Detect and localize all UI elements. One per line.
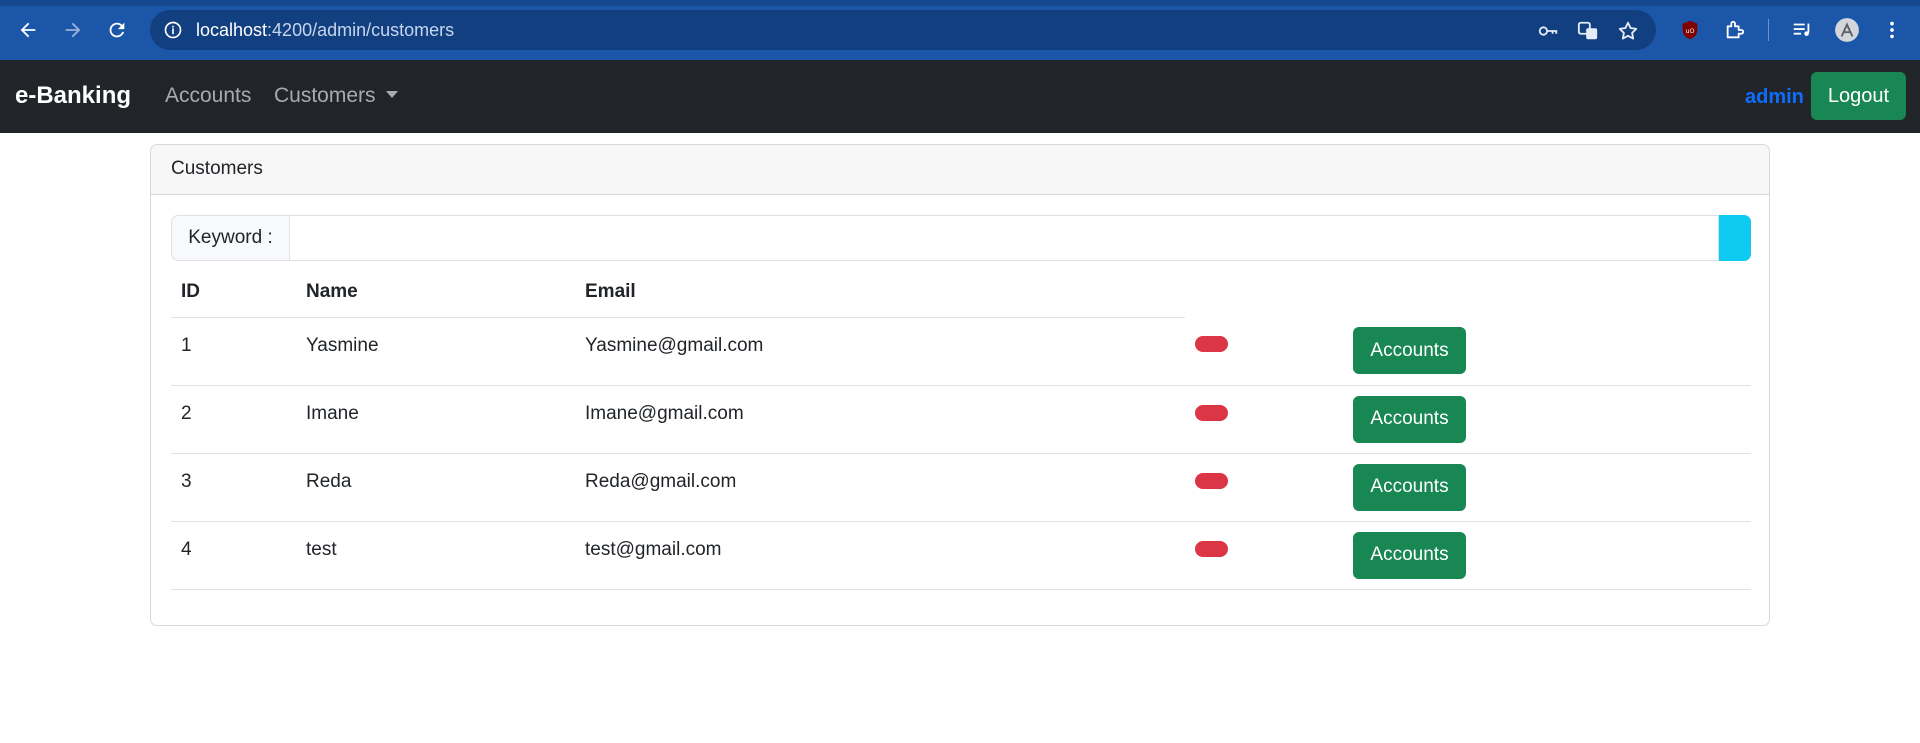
bookmark-star-icon[interactable]: [1616, 19, 1640, 43]
delete-button[interactable]: [1195, 404, 1228, 421]
accounts-button[interactable]: Accounts: [1353, 395, 1466, 443]
table-header-row: ID Name Email: [171, 267, 1751, 318]
search-form: Keyword :: [171, 215, 1751, 261]
media-controls-icon[interactable]: [1788, 16, 1816, 44]
key-icon[interactable]: [1536, 19, 1560, 43]
forward-button[interactable]: [57, 14, 89, 46]
logout-button[interactable]: Logout: [1811, 72, 1906, 120]
keyword-input[interactable]: [289, 215, 1719, 261]
browser-tab-strip: [0, 0, 1920, 6]
delete-button[interactable]: [1195, 540, 1228, 557]
back-button[interactable]: [12, 14, 44, 46]
table-row: 1 Yasmine Yasmine@gmail.com Accounts: [171, 317, 1751, 386]
card-body: Keyword : ID Name Email 1 Yasmine Yasmin…: [151, 195, 1769, 610]
reload-button[interactable]: [101, 14, 133, 46]
column-header-delete: [1185, 267, 1343, 317]
nav-dropdown-customers[interactable]: Customers: [274, 84, 398, 108]
delete-button[interactable]: [1195, 472, 1228, 489]
url-path: :4200/admin/customers: [267, 20, 455, 40]
customer-id: 2: [171, 385, 296, 454]
arrow-right-icon: [65, 22, 81, 38]
column-header-name: Name: [296, 267, 575, 318]
profile-avatar-icon[interactable]: [1833, 16, 1861, 44]
table-row: 4 test test@gmail.com Accounts: [171, 521, 1751, 590]
url-host: localhost: [196, 20, 268, 40]
reload-icon: [109, 22, 125, 38]
customer-id: 4: [171, 521, 296, 590]
customer-id: 3: [171, 453, 296, 522]
accounts-button[interactable]: Accounts: [1353, 531, 1466, 579]
site-info-icon[interactable]: [162, 19, 184, 41]
svg-text:uO: uO: [1685, 27, 1694, 35]
url-text[interactable]: localhost:4200/admin/customers: [196, 20, 454, 41]
customers-card: Customers Keyword : ID Name Email 1 Yasm…: [150, 144, 1770, 626]
delete-cell: [1185, 317, 1343, 386]
arrow-left-icon: [20, 22, 36, 38]
toolbar-divider: [1768, 19, 1769, 41]
accounts-cell: Accounts: [1343, 317, 1751, 386]
address-bar[interactable]: localhost:4200/admin/customers: [150, 10, 1656, 50]
customer-email: test@gmail.com: [575, 521, 1185, 590]
browser-menu-icon[interactable]: [1878, 16, 1906, 44]
customer-name: Yasmine: [296, 317, 575, 386]
delete-button[interactable]: [1195, 336, 1228, 352]
customers-table: ID Name Email 1 Yasmine Yasmine@gmail.co…: [171, 267, 1751, 590]
current-user-label: admin: [1745, 86, 1804, 108]
accounts-cell: Accounts: [1343, 521, 1751, 590]
customer-name: Reda: [296, 453, 575, 522]
customer-id: 1: [171, 317, 296, 386]
translate-icon[interactable]: [1576, 19, 1600, 43]
customer-name: Imane: [296, 385, 575, 454]
extensions-puzzle-icon[interactable]: [1721, 16, 1749, 44]
delete-cell: [1185, 453, 1343, 522]
keyword-label: Keyword :: [171, 215, 289, 261]
table-row: 2 Imane Imane@gmail.com Accounts: [171, 385, 1751, 454]
customer-email: Reda@gmail.com: [575, 453, 1185, 522]
search-button[interactable]: [1719, 215, 1751, 261]
accounts-button[interactable]: Accounts: [1353, 463, 1466, 511]
accounts-cell: Accounts: [1343, 385, 1751, 454]
table-row: 3 Reda Reda@gmail.com Accounts: [171, 453, 1751, 522]
customer-email: Yasmine@gmail.com: [575, 317, 1185, 386]
ublock-extension-icon[interactable]: uO: [1676, 16, 1704, 44]
customer-name: test: [296, 521, 575, 590]
app-navbar: e-Banking Accounts Customers admin Logou…: [0, 60, 1920, 133]
column-header-accounts: [1343, 267, 1751, 317]
accounts-button[interactable]: Accounts: [1353, 327, 1466, 374]
delete-cell: [1185, 521, 1343, 590]
accounts-cell: Accounts: [1343, 453, 1751, 522]
browser-toolbar: localhost:4200/admin/customers uO: [0, 0, 1920, 60]
nav-link-accounts[interactable]: Accounts: [165, 84, 251, 108]
customer-email: Imane@gmail.com: [575, 385, 1185, 454]
column-header-id: ID: [171, 267, 296, 318]
card-header: Customers: [151, 145, 1769, 195]
brand-logo[interactable]: e-Banking: [15, 82, 131, 110]
column-header-email: Email: [575, 267, 1185, 318]
delete-cell: [1185, 385, 1343, 454]
